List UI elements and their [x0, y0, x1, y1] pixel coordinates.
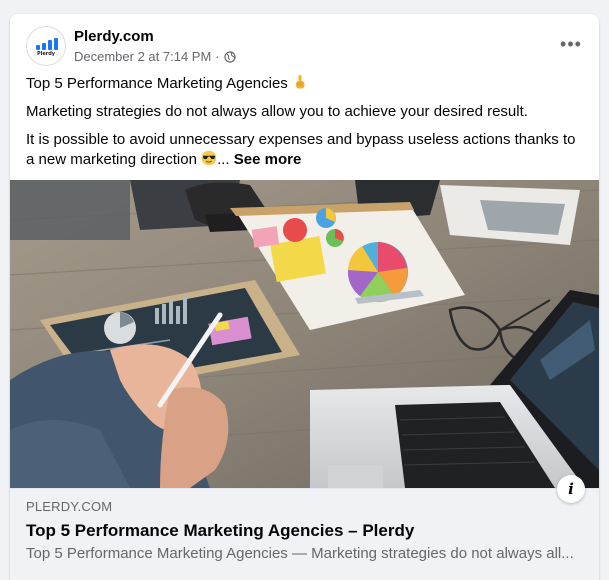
more-options-button[interactable]: ••• — [559, 32, 583, 56]
link-title[interactable]: Top 5 Performance Marketing Agencies – P… — [26, 520, 583, 542]
avatar-brand-text: Plerdy — [36, 51, 56, 57]
plerdy-logo-bars-icon — [36, 38, 58, 50]
link-preview[interactable]: PLERDY.COM Top 5 Performance Marketing A… — [10, 488, 599, 580]
post-line-3: It is possible to avoid unnecessary expe… — [26, 130, 582, 170]
post-card: Plerdy Plerdy.com December 2 at 7:14 PM … — [10, 14, 599, 580]
globe-icon — [224, 50, 236, 63]
post-line-2: Marketing strategies do not always allow… — [26, 103, 528, 120]
link-domain: PLERDY.COM — [26, 499, 113, 514]
post-image[interactable] — [10, 180, 599, 488]
meta-separator: · — [215, 49, 220, 64]
workspace-photo — [10, 180, 599, 488]
post-header: Plerdy Plerdy.com December 2 at 7:14 PM … — [26, 26, 586, 66]
more-options-icon: ••• — [560, 33, 582, 54]
post-text: Top 5 Performance Marketing Agencies Mar… — [26, 74, 582, 170]
pointing-up-hand-icon — [295, 75, 305, 89]
avatar[interactable]: Plerdy — [26, 26, 66, 66]
post-line-1: Top 5 Performance Marketing Agencies — [26, 74, 582, 94]
post-ellipsis: ... — [217, 151, 230, 168]
info-icon: i — [568, 480, 574, 498]
see-more-link[interactable]: See more — [234, 151, 302, 168]
post-subline: December 2 at 7:14 PM · — [74, 48, 236, 65]
post-meta: Plerdy.com December 2 at 7:14 PM · — [74, 27, 236, 65]
page-name[interactable]: Plerdy.com — [74, 27, 236, 46]
post-line-1-text: Top 5 Performance Marketing Agencies — [26, 75, 288, 92]
link-description: Top 5 Performance Marketing Agencies — M… — [26, 545, 574, 562]
post-timestamp[interactable]: December 2 at 7:14 PM — [74, 48, 211, 65]
info-button[interactable]: i — [557, 475, 585, 503]
sunglasses-face-icon — [201, 150, 217, 166]
